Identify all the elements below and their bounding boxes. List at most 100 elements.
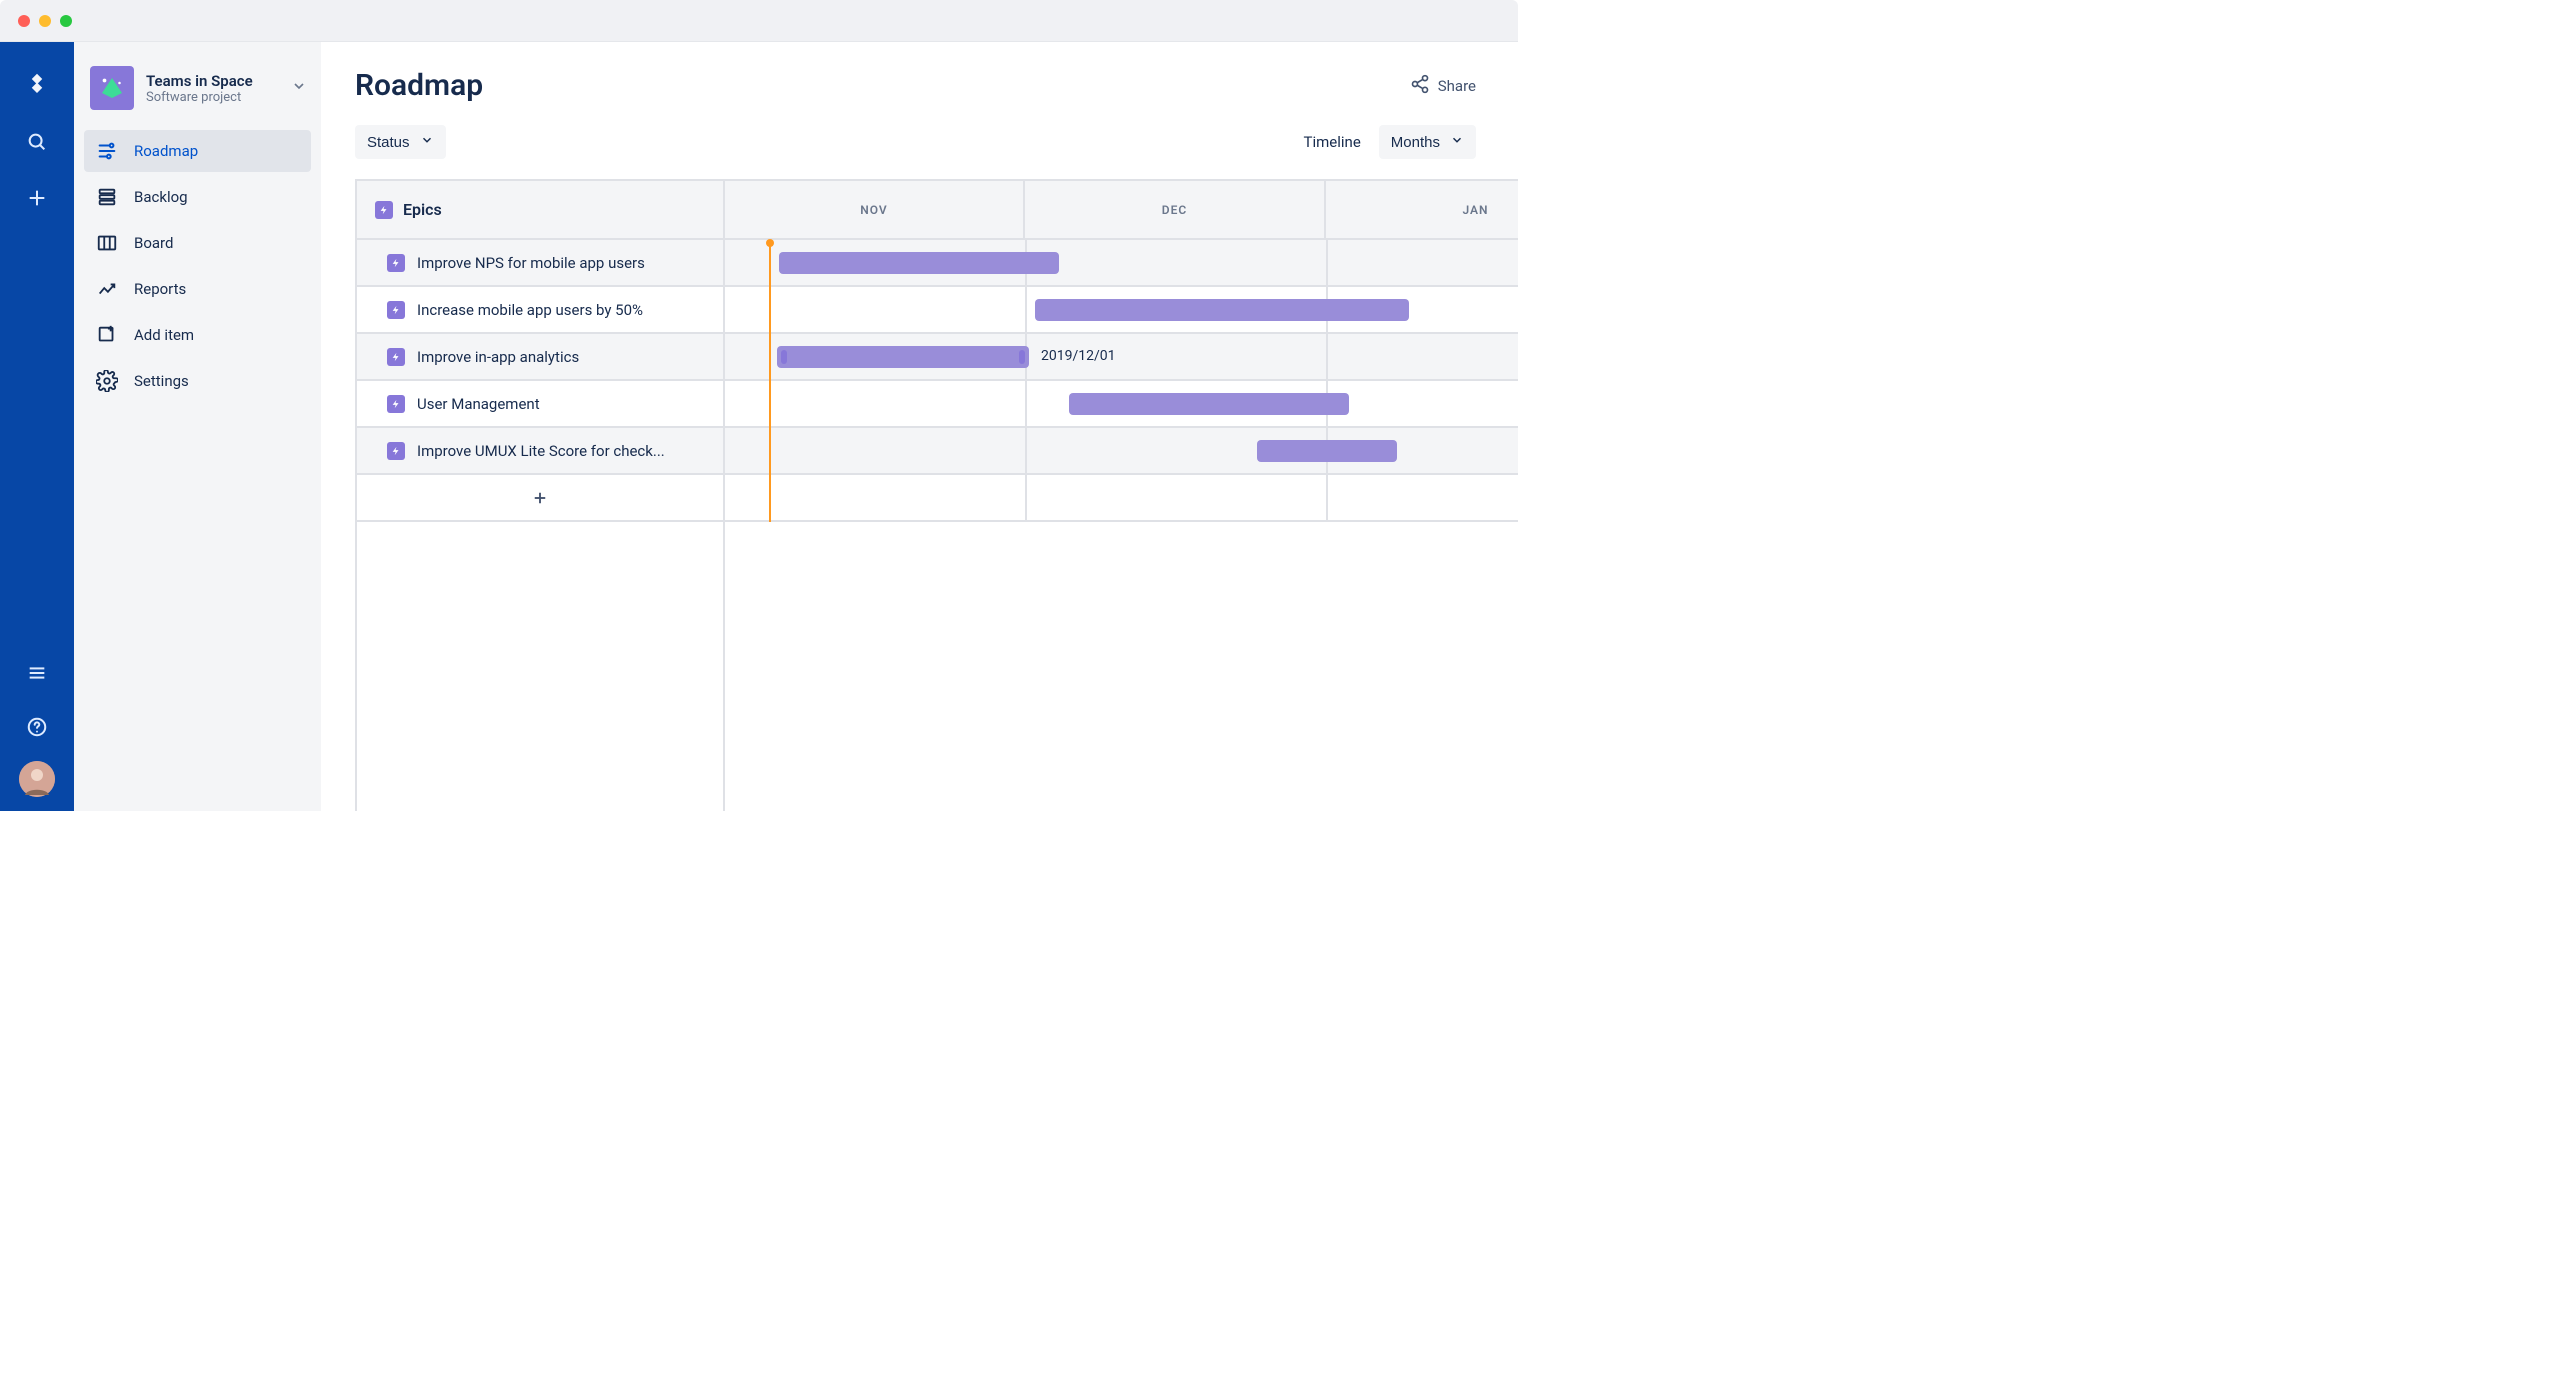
- gantt-row: [725, 428, 1518, 475]
- project-type: Software project: [146, 90, 253, 105]
- window-maximize-button[interactable]: [60, 15, 72, 27]
- status-filter-dropdown[interactable]: Status: [355, 125, 446, 159]
- user-avatar[interactable]: [19, 761, 55, 797]
- month-divider: [1326, 334, 1328, 379]
- jira-logo-icon[interactable]: [17, 66, 57, 106]
- epic-label: Improve NPS for mobile app users: [417, 254, 645, 272]
- window-titlebar: [0, 0, 1518, 42]
- backlog-icon: [96, 186, 118, 208]
- gantt-row: [725, 381, 1518, 428]
- epic-icon: [387, 395, 405, 413]
- epic-label: Increase mobile app users by 50%: [417, 301, 643, 319]
- global-nav: [0, 42, 74, 811]
- sidebar-item-label: Roadmap: [134, 142, 198, 160]
- sidebar-item-roadmap[interactable]: Roadmap: [84, 130, 311, 172]
- sidebar-item-backlog[interactable]: Backlog: [84, 176, 311, 218]
- add-epic-button[interactable]: [357, 475, 723, 522]
- settings-icon: [96, 370, 118, 392]
- epic-row[interactable]: Improve in-app analytics: [357, 334, 723, 381]
- epic-row[interactable]: User Management: [357, 381, 723, 428]
- timeline-scale-label: Months: [1391, 134, 1440, 151]
- create-icon[interactable]: [17, 178, 57, 218]
- timeline-scale-dropdown[interactable]: Months: [1379, 125, 1476, 159]
- sidebar-item-label: Settings: [134, 372, 189, 390]
- add-item-icon: [96, 324, 118, 346]
- page-header: Roadmap Share: [355, 68, 1518, 103]
- epic-list: Improve NPS for mobile app users Increase…: [357, 240, 723, 522]
- epic-bar[interactable]: [1257, 440, 1397, 462]
- epic-icon: [387, 254, 405, 272]
- month-divider: [1025, 428, 1027, 473]
- month-divider: [1326, 240, 1328, 285]
- month-divider: [1025, 381, 1027, 426]
- gantt-row: 2019/12/01: [725, 334, 1518, 381]
- epic-row[interactable]: Improve NPS for mobile app users: [357, 240, 723, 287]
- window-close-button[interactable]: [18, 15, 30, 27]
- epic-row[interactable]: Increase mobile app users by 50%: [357, 287, 723, 334]
- sidebar-item-label: Add item: [134, 326, 194, 344]
- today-marker-dot: [766, 239, 774, 247]
- month-header-cell: DEC: [1025, 181, 1326, 238]
- gantt-rows: 2019/12/01: [725, 240, 1518, 522]
- epic-icon: [375, 201, 393, 219]
- timeline-label: Timeline: [1304, 133, 1361, 151]
- sidebar-item-settings[interactable]: Settings: [84, 360, 311, 402]
- app-body: Teams in Space Software project Roadmap B…: [0, 42, 1518, 811]
- toolbar: Status Timeline Months: [355, 125, 1518, 159]
- app-window: Teams in Space Software project Roadmap B…: [0, 0, 1518, 811]
- chevron-down-icon: [1450, 133, 1464, 151]
- epic-date-label: 2019/12/01: [1041, 348, 1116, 364]
- month-header-cell: NOV: [725, 181, 1025, 238]
- chevron-down-icon: [420, 133, 434, 151]
- sidebar-item-board[interactable]: Board: [84, 222, 311, 264]
- epic-bar[interactable]: [777, 346, 1029, 368]
- epic-column-header: Epics: [357, 181, 723, 240]
- epic-bar[interactable]: [1035, 299, 1409, 321]
- sidebar-nav-list: Roadmap Backlog Board Reports Add item Settin…: [84, 130, 311, 402]
- month-divider: [1025, 287, 1027, 332]
- project-name: Teams in Space: [146, 72, 253, 90]
- board-icon: [96, 232, 118, 254]
- reports-icon: [96, 278, 118, 300]
- share-label: Share: [1438, 77, 1476, 95]
- sidebar-item-add-item[interactable]: Add item: [84, 314, 311, 356]
- epic-row[interactable]: Improve UMUX Lite Score for check...: [357, 428, 723, 475]
- gantt-row: [725, 240, 1518, 287]
- epic-label: User Management: [417, 395, 540, 413]
- project-sidebar: Teams in Space Software project Roadmap B…: [74, 42, 321, 811]
- menu-icon[interactable]: [17, 653, 57, 693]
- sidebar-item-label: Backlog: [134, 188, 188, 206]
- project-header[interactable]: Teams in Space Software project: [84, 66, 311, 130]
- search-icon[interactable]: [17, 122, 57, 162]
- window-minimize-button[interactable]: [39, 15, 51, 27]
- epic-label: Improve in-app analytics: [417, 348, 579, 366]
- epic-icon: [387, 442, 405, 460]
- share-icon: [1410, 74, 1430, 98]
- chevron-down-icon[interactable]: [291, 78, 307, 98]
- timeline-column: NOVDECJAN 2019/12/01: [725, 181, 1518, 811]
- sidebar-item-label: Reports: [134, 280, 186, 298]
- project-avatar-icon: [90, 66, 134, 110]
- page-title: Roadmap: [355, 68, 483, 103]
- today-marker-line: [769, 240, 771, 522]
- month-header-cell: JAN: [1326, 181, 1518, 238]
- month-divider: [1326, 475, 1328, 520]
- timeline-header: NOVDECJAN: [725, 181, 1518, 240]
- gantt-row: [725, 287, 1518, 334]
- epic-column: Epics Improve NPS for mobile app users In…: [357, 181, 725, 811]
- share-button[interactable]: Share: [1410, 74, 1476, 98]
- sidebar-item-reports[interactable]: Reports: [84, 268, 311, 310]
- status-label: Status: [367, 134, 410, 151]
- epic-header-label: Epics: [403, 200, 442, 219]
- epic-bar[interactable]: [779, 252, 1059, 274]
- main-content: Roadmap Share Status Timeline: [321, 42, 1518, 811]
- epic-label: Improve UMUX Lite Score for check...: [417, 442, 665, 460]
- help-icon[interactable]: [17, 707, 57, 747]
- epic-icon: [387, 301, 405, 319]
- roadmap-grid: Epics Improve NPS for mobile app users In…: [355, 179, 1518, 811]
- epic-icon: [387, 348, 405, 366]
- roadmap-icon: [96, 140, 118, 162]
- month-divider: [1025, 475, 1027, 520]
- epic-bar[interactable]: [1069, 393, 1349, 415]
- gantt-row: [725, 475, 1518, 522]
